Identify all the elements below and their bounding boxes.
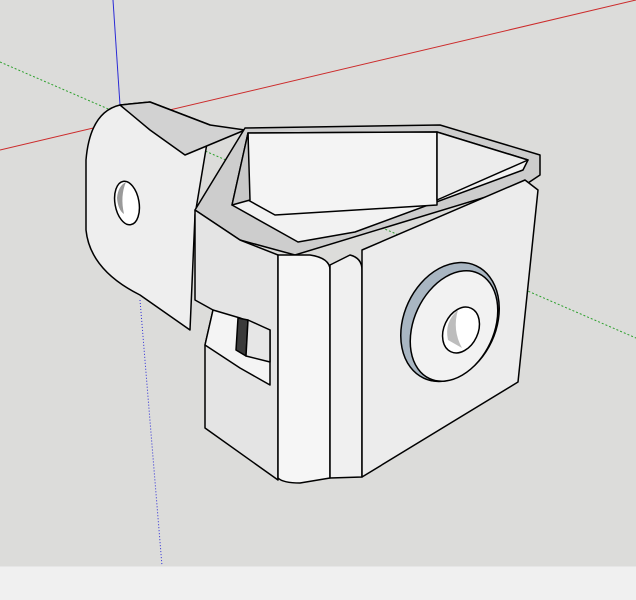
front-rib-right (329, 254, 363, 479)
blue-axis-line (112, 0, 121, 106)
status-bar (0, 566, 636, 600)
bracket-model[interactable] (85, 101, 541, 484)
front-rib-left (277, 254, 331, 484)
inner-back-wall (247, 131, 438, 216)
model-canvas[interactable] (0, 0, 636, 566)
blue-axis-dotted-line (139, 299, 163, 566)
sketchup-window (0, 0, 636, 600)
3d-viewport[interactable] (0, 0, 636, 566)
